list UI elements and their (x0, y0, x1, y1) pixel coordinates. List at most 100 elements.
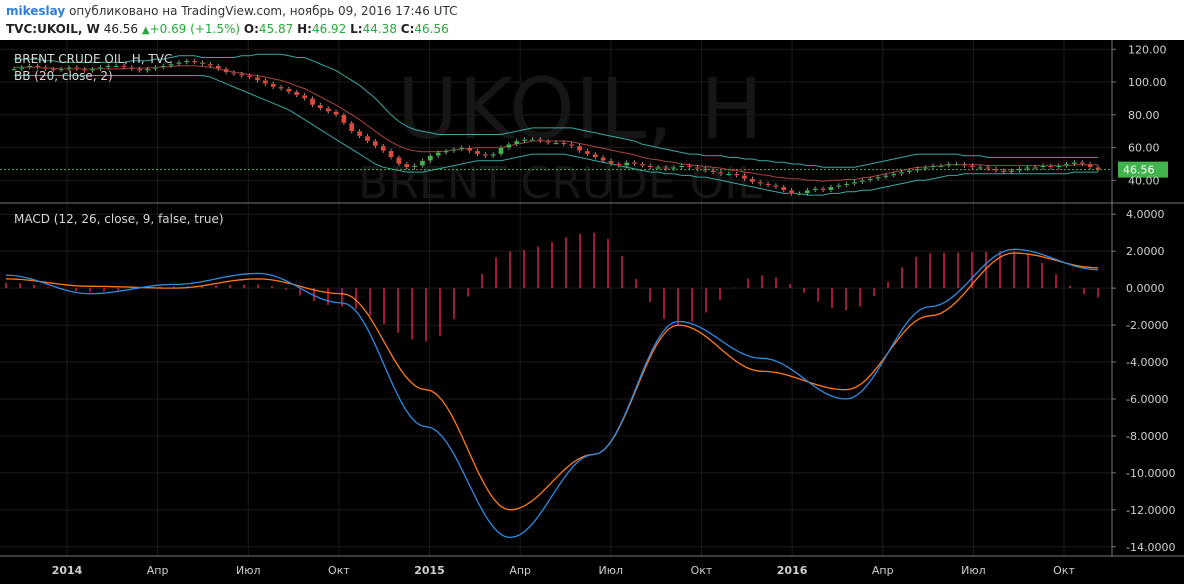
candle-body (843, 183, 850, 186)
candle-body (152, 67, 159, 70)
candle-body (686, 165, 693, 168)
candle-body (207, 63, 214, 66)
candle-body (364, 135, 371, 142)
candle-body (1048, 165, 1054, 168)
candle-body (176, 62, 182, 65)
candle-body (851, 181, 858, 184)
candle-body (388, 150, 394, 158)
price-tick-label: 40.00 (1128, 174, 1160, 187)
candle-body (859, 180, 866, 183)
candle-body (427, 155, 434, 161)
candle-body (380, 145, 386, 152)
open-label: O: (243, 22, 259, 36)
candle-body (867, 178, 873, 181)
candle-body (906, 170, 913, 173)
candle-body (419, 160, 426, 166)
candle-body (749, 178, 756, 183)
candle-body (961, 163, 968, 166)
time-tick-label: 2014 (52, 564, 83, 577)
candle-body (639, 163, 646, 166)
time-tick-label: 2016 (777, 564, 808, 577)
candle-body (569, 144, 575, 147)
candle-body (718, 171, 724, 174)
candle-body (561, 142, 567, 145)
candle-body (828, 186, 834, 191)
macd-pane (5, 232, 1099, 539)
candle-body (553, 142, 559, 145)
up-arrow-icon: ▲ (141, 25, 150, 36)
candle-body (694, 167, 701, 170)
candle-body (1071, 162, 1078, 165)
candle-body (938, 165, 944, 168)
candle-body (733, 173, 740, 176)
candle-body (372, 140, 379, 147)
macd-tick-label: -10.0000 (1126, 467, 1175, 480)
candle-body (883, 175, 889, 178)
candle-body (498, 147, 504, 155)
candle-body (922, 167, 928, 170)
candle-body (953, 163, 960, 166)
candle-body (631, 162, 638, 165)
candle-body (459, 147, 465, 150)
candle-body (215, 65, 221, 70)
candle-body (443, 150, 449, 153)
author-name[interactable]: mikeslay (6, 4, 65, 18)
price-change: +0.69 (+1.5%) (149, 22, 241, 36)
candle-body (891, 173, 897, 176)
candle-body (1024, 167, 1031, 170)
candle-body (773, 185, 779, 188)
chart-canvas[interactable]: UKOIL, H BRENT CRUDE OIL 46.56120.00100.… (0, 40, 1184, 584)
candle-body (804, 189, 811, 194)
candle-body (246, 75, 253, 78)
candle-body (836, 185, 842, 188)
macd-tick-label: 0.0000 (1126, 282, 1165, 295)
candle-body (278, 86, 284, 89)
candle-body (514, 140, 520, 145)
price-tick-label: 100.00 (1128, 76, 1167, 89)
candle-body (671, 167, 677, 170)
candle-body (191, 60, 198, 63)
time-tick-label: Июл (236, 564, 261, 577)
candle-body (262, 80, 269, 84)
open-value: 45.87 (258, 22, 294, 36)
chart-area[interactable]: UKOIL, H BRENT CRUDE OIL 46.56 120.00 100.… (0, 40, 1184, 584)
macd-indicator-label: MACD (12, 26, close, 9, false, true) (14, 212, 224, 226)
candle-body (341, 114, 347, 124)
candle-body (349, 122, 355, 132)
price-pane-title: BRENT CRUDE OIL, H, TVC (14, 52, 173, 66)
macd-tick-label: -2.0000 (1126, 319, 1168, 332)
candle-body (1087, 163, 1093, 168)
candle-body (451, 149, 457, 152)
candle-body (710, 170, 716, 173)
candle-body (529, 139, 536, 142)
candle-body (781, 186, 787, 191)
macd-tick-label: -8.0000 (1126, 430, 1168, 443)
candle-body (411, 165, 418, 168)
candle-body (608, 160, 614, 165)
candle-body (325, 108, 331, 112)
candle-body (482, 153, 489, 156)
candle-body (254, 76, 261, 81)
candle-body (977, 167, 983, 169)
macd-tick-label: -6.0000 (1126, 393, 1168, 406)
candle-body (223, 68, 229, 73)
macd-tick-label: 2.0000 (1126, 245, 1165, 258)
time-tick-label: Окт (1053, 564, 1075, 577)
time-tick-label: Окт (328, 564, 350, 577)
close-label: C: (400, 22, 415, 36)
candle-body (136, 68, 143, 71)
candle-body (726, 173, 732, 176)
close-value: 46.56 (414, 22, 449, 36)
candle-body (765, 183, 771, 186)
price-tick-label: 60.00 (1128, 142, 1160, 155)
low-label: L: (350, 22, 363, 36)
high-label: H: (297, 22, 312, 36)
macd-tick-label: -14.0000 (1126, 541, 1175, 554)
candle-body (231, 72, 237, 75)
macd-line (5, 248, 1099, 539)
candle-body (537, 139, 543, 142)
candle-body (616, 163, 622, 166)
time-tick-label: Апр (147, 564, 169, 577)
candle-body (820, 188, 826, 191)
candle-body (741, 175, 748, 179)
